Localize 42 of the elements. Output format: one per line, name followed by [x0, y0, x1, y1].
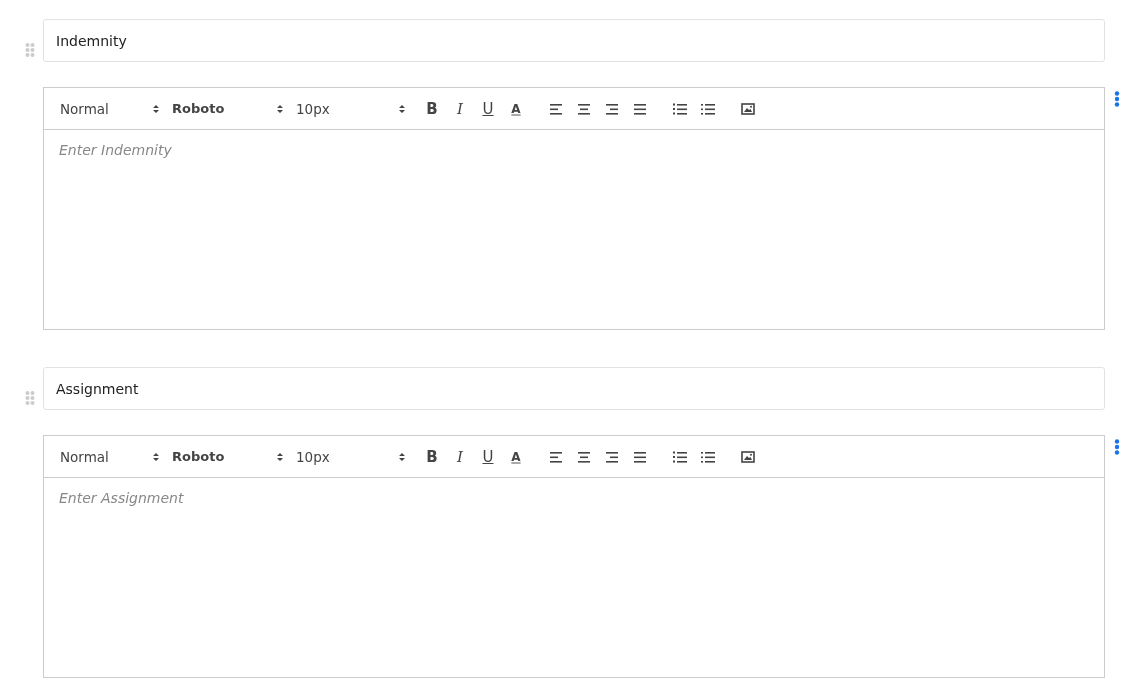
- bold-button[interactable]: B: [418, 444, 446, 469]
- updown-icon: [276, 103, 284, 114]
- format-picker[interactable]: 10px: [296, 448, 412, 465]
- color-button[interactable]: A: [502, 444, 530, 469]
- bullet-list-icon: [701, 102, 715, 115]
- format-picker[interactable]: 10px: [296, 100, 412, 117]
- editor-body[interactable]: Enter Indemnity: [43, 130, 1105, 330]
- align-center-icon: [577, 450, 591, 463]
- format-picker[interactable]: Normal: [60, 448, 166, 465]
- underline-button[interactable]: U: [474, 96, 502, 121]
- bullet-list-icon: [701, 450, 715, 463]
- updown-icon: [276, 451, 284, 462]
- drag-handle-icon[interactable]: [25, 391, 35, 407]
- updown-icon: [152, 451, 160, 462]
- align-center-icon: [577, 102, 591, 115]
- align-right-icon: [605, 450, 619, 463]
- numbered-list-icon: [673, 102, 687, 115]
- updown-icon: [398, 103, 406, 114]
- format-picker[interactable]: Roboto: [172, 101, 290, 116]
- more-options-icon[interactable]: [1114, 439, 1120, 455]
- format-picker[interactable]: Roboto: [172, 449, 290, 464]
- align-justify-icon: [633, 450, 647, 463]
- format-picker[interactable]: Normal: [60, 100, 166, 117]
- align-left-icon: [549, 102, 563, 115]
- updown-icon: [398, 451, 406, 462]
- italic-button[interactable]: I: [446, 96, 474, 121]
- title-field[interactable]: Indemnity: [43, 19, 1105, 62]
- image-icon: [741, 450, 755, 463]
- more-options-icon[interactable]: [1114, 91, 1120, 107]
- italic-button[interactable]: I: [446, 444, 474, 469]
- bold-button[interactable]: B: [418, 96, 446, 121]
- updown-icon: [152, 103, 160, 114]
- editor-body[interactable]: Enter Assignment: [43, 478, 1105, 678]
- underline-button[interactable]: U: [474, 444, 502, 469]
- align-justify-icon: [633, 102, 647, 115]
- title-field[interactable]: Assignment: [43, 367, 1105, 410]
- align-left-icon: [549, 450, 563, 463]
- numbered-list-icon: [673, 450, 687, 463]
- drag-handle-icon[interactable]: [25, 43, 35, 59]
- image-icon: [741, 102, 755, 115]
- align-right-icon: [605, 102, 619, 115]
- color-button[interactable]: A: [502, 96, 530, 121]
